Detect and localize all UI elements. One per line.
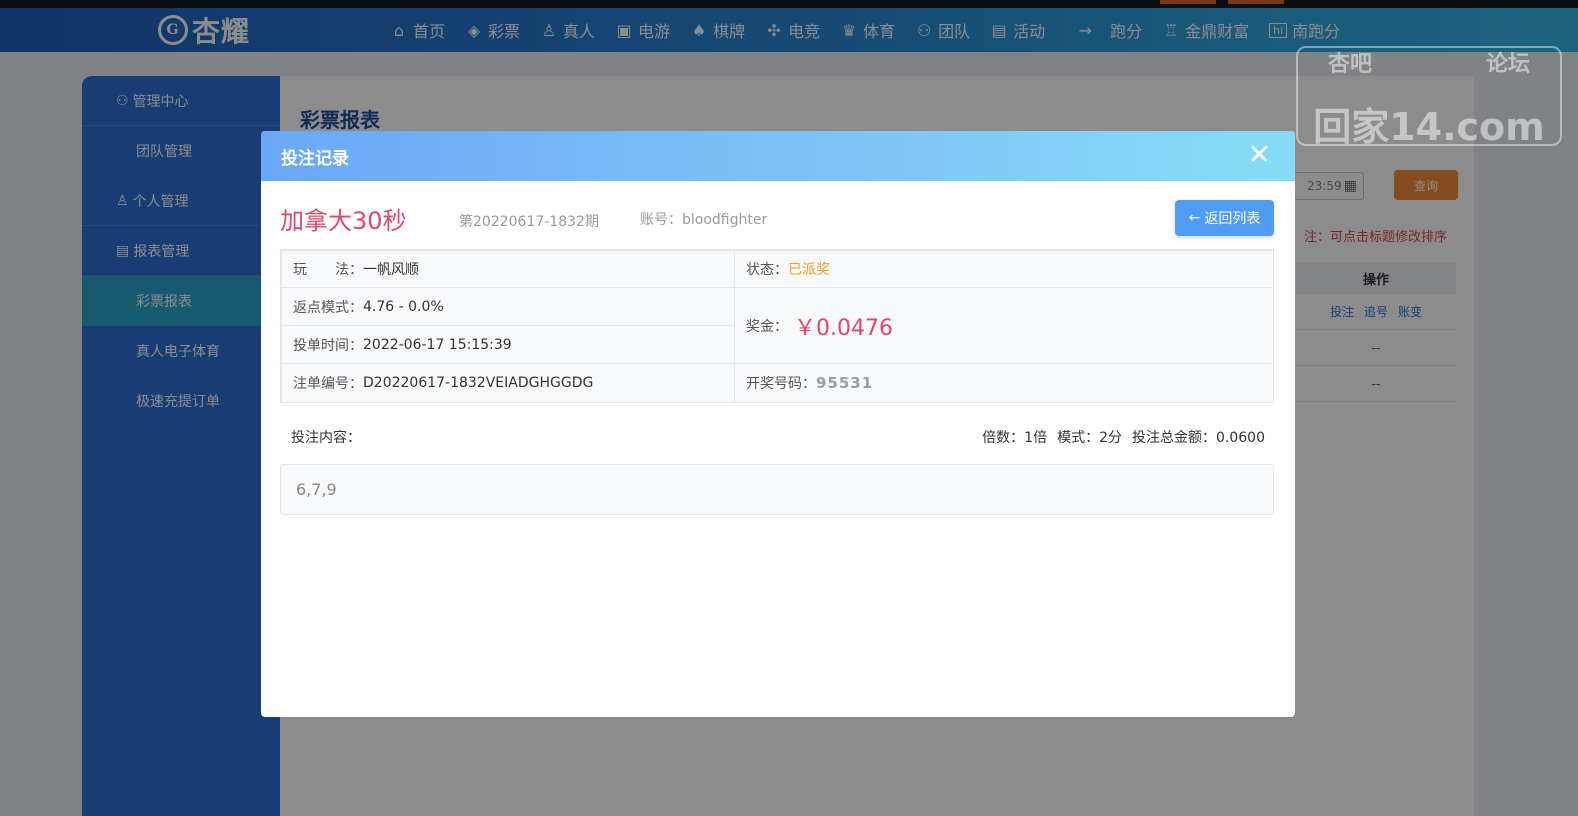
bet-record-modal: 投注记录 ✕ 加拿大30秒 第20220617-1832期 账号：bloodfi… xyxy=(261,131,1295,717)
bet-content-label: 投注内容： xyxy=(291,430,361,446)
play-label: 玩 法： xyxy=(293,262,363,278)
account-label: 账号： xyxy=(640,212,682,228)
back-button-label: 返回列表 xyxy=(1204,211,1261,227)
mode-info: 模式：2分 xyxy=(1057,427,1122,447)
forum-watermark: 杏吧 论坛 回家14.com xyxy=(1296,46,1562,149)
mode-value: 2分 xyxy=(1099,430,1122,446)
total-value: 0.0600 xyxy=(1216,430,1265,446)
bet-detail-table: 玩 法： 一帆风顺 状态： 已派奖 返点模式： 4.76 - 0.0% 奖金： ￥0.0… xyxy=(280,249,1274,403)
status-cell: 状态： 已派奖 xyxy=(734,250,1274,288)
rebate-value: 4.76 - 0.0% xyxy=(363,298,444,315)
close-icon[interactable]: ✕ xyxy=(1248,141,1271,169)
watermark-text: 回家14.com xyxy=(1313,105,1545,149)
account-info: 账号：bloodfighter xyxy=(640,209,767,229)
multiple-label: 倍数： xyxy=(982,430,1025,446)
order-label: 注单编号： xyxy=(293,376,363,392)
order-value: D20220617-1832VEIADGHGGDG xyxy=(363,375,594,391)
time-value: 2022-06-17 15:15:39 xyxy=(363,336,512,353)
order-cell: 注单编号： D20220617-1832VEIADGHGGDG xyxy=(281,363,735,403)
modal-header: 投注记录 ✕ xyxy=(261,131,1295,181)
watermark-text: 论坛 xyxy=(1485,52,1530,77)
draw-label: 开奖号码： xyxy=(746,376,816,392)
account-value: bloodfighter xyxy=(682,212,768,228)
modal-title: 投注记录 xyxy=(281,148,349,169)
play-cell: 玩 法： 一帆风顺 xyxy=(281,250,735,288)
status-label: 状态： xyxy=(746,262,788,278)
arrow-left-icon: ← xyxy=(1188,210,1201,226)
bet-summary: 倍数：1倍 模式：2分 投注总金额：0.0600 xyxy=(982,427,1265,447)
draw-number: 95531 xyxy=(816,374,874,392)
multiple-value: 1倍 xyxy=(1024,430,1048,446)
multiple-info: 倍数：1倍 xyxy=(982,427,1047,447)
watermark-text: 杏吧 xyxy=(1328,52,1373,77)
draw-cell: 开奖号码： 95531 xyxy=(734,363,1274,403)
status-badge: 已派奖 xyxy=(788,262,830,278)
lottery-name: 加拿大30秒 xyxy=(280,206,407,235)
time-label: 投单时间： xyxy=(293,337,363,354)
total-label: 投注总金额： xyxy=(1132,430,1216,446)
issue-number: 第20220617-1832期 xyxy=(459,214,599,230)
play-value: 一帆风顺 xyxy=(363,262,419,278)
prize-value: ￥0.0476 xyxy=(794,315,893,341)
rebate-label: 返点模式： xyxy=(293,299,363,316)
lottery-info: 加拿大30秒 xyxy=(280,201,407,235)
prize-label: 奖金： xyxy=(746,318,788,335)
mode-label: 模式： xyxy=(1057,430,1100,446)
total-info: 投注总金额：0.0600 xyxy=(1132,427,1265,447)
prize-cell: 奖金： ￥0.0476 xyxy=(734,287,1274,364)
rebate-cell: 返点模式： 4.76 - 0.0% xyxy=(281,287,735,326)
time-cell: 投单时间： 2022-06-17 15:15:39 xyxy=(281,325,735,364)
back-to-list-button[interactable]: ← 返回列表 xyxy=(1175,200,1274,236)
bet-content-box: 6,7,9 xyxy=(280,464,1274,515)
